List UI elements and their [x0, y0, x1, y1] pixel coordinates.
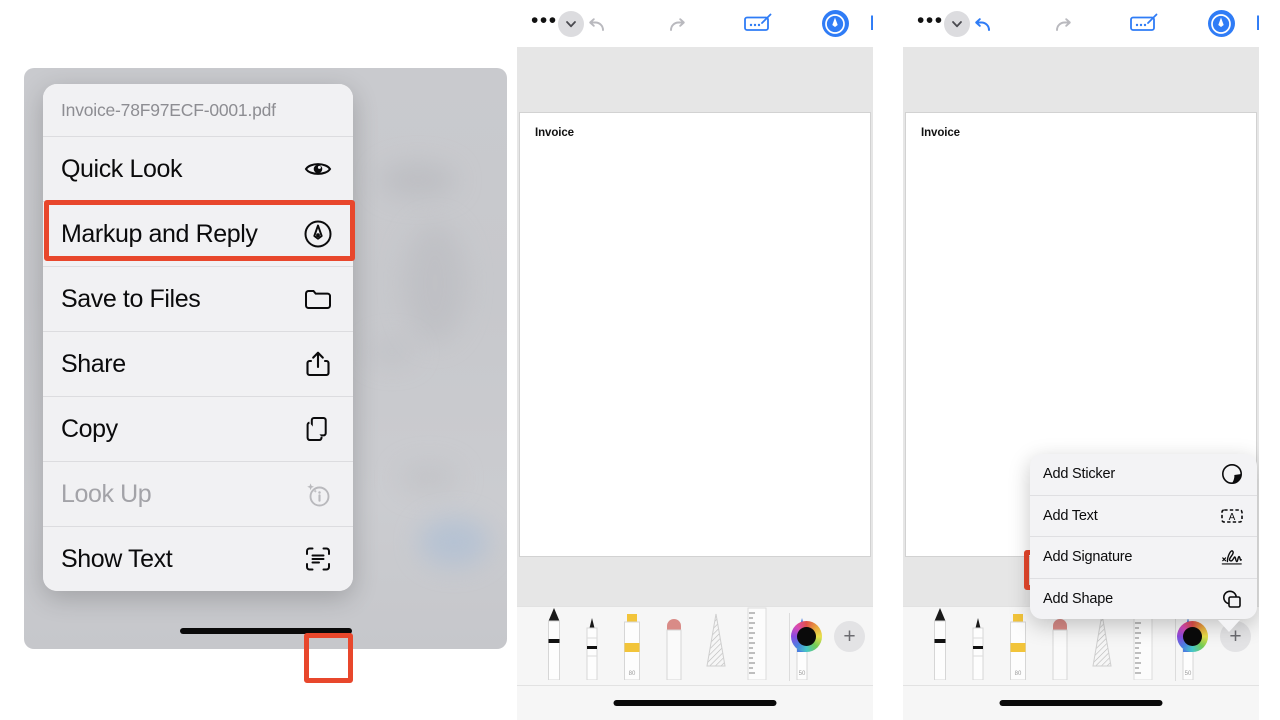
menu-item-add-signature[interactable]: Add Signature — [1030, 537, 1257, 579]
menu-item-add-sticker[interactable]: Add Sticker — [1030, 454, 1257, 496]
more-options-button[interactable]: ••• — [917, 10, 944, 31]
menu-item-show-text[interactable]: Show Text — [43, 527, 353, 591]
blurred-backdrop-shape — [379, 163, 457, 197]
undo-icon[interactable] — [970, 11, 996, 37]
menu-item-markup-and-reply[interactable]: Markup and Reply — [43, 202, 353, 267]
pen-tool[interactable] — [543, 606, 565, 685]
document-title: Invoice — [535, 127, 574, 139]
svg-text:80: 80 — [629, 671, 636, 677]
done-button[interactable]: Done — [870, 12, 873, 36]
redo-icon[interactable] — [1050, 11, 1076, 37]
add-markup-button[interactable]: + — [834, 621, 865, 652]
context-menu: Invoice-78F97ECF-0001.pdf Quick Look Mar… — [43, 84, 353, 591]
add-markup-menu: Add Sticker Add Text A Add Signature Add… — [1030, 454, 1257, 619]
show-text-icon — [301, 542, 335, 576]
color-wheel[interactable] — [1177, 621, 1208, 652]
svg-text:50: 50 — [799, 671, 806, 677]
look-up-icon — [301, 477, 335, 511]
folder-icon — [301, 282, 335, 316]
done-button[interactable]: Done — [1256, 12, 1259, 36]
chevron-down-icon[interactable] — [943, 10, 970, 37]
blurred-backdrop-shape — [419, 518, 489, 566]
highlighter-tool[interactable]: 80 — [1005, 610, 1031, 685]
markup-pen-icon — [301, 217, 335, 251]
markup-tool-tray: 80 50 + — [517, 606, 873, 720]
menu-item-add-text[interactable]: Add Text A — [1030, 496, 1257, 537]
selected-color-swatch — [797, 627, 816, 646]
menu-item-share[interactable]: Share — [43, 332, 353, 397]
eye-icon — [301, 152, 335, 186]
menu-item-save-to-files[interactable]: Save to Files — [43, 267, 353, 332]
home-indicator — [613, 700, 777, 706]
screenshot-stage: Invoice-78F97ECF-0001.pdf Quick Look Mar… — [0, 0, 1280, 720]
svg-text:80: 80 — [1015, 671, 1022, 677]
pen-tool[interactable] — [929, 606, 951, 685]
chevron-down-icon[interactable] — [557, 10, 584, 37]
menu-item-label: Show Text — [61, 544, 173, 573]
markup-tool-tray: 80 50 + — [903, 606, 1259, 720]
menu-file-title: Invoice-78F97ECF-0001.pdf — [43, 84, 353, 137]
menu-item-look-up[interactable]: Look Up — [43, 462, 353, 527]
popup-tail — [1218, 620, 1240, 632]
shapes-icon — [1220, 587, 1244, 611]
tray-divider — [517, 685, 873, 686]
selected-color-swatch — [1183, 627, 1202, 646]
menu-item-label: Look Up — [61, 479, 152, 508]
signature-icon — [1220, 545, 1244, 569]
home-indicator — [179, 628, 352, 634]
color-wheel[interactable] — [791, 621, 822, 652]
markup-editor-panel: ••• Done Invoice — [517, 0, 873, 720]
menu-item-label: Add Sticker — [1043, 466, 1115, 483]
fountain-pen-tool[interactable] — [967, 616, 989, 685]
markup-note-icon[interactable] — [742, 11, 774, 37]
markup-toolbar: ••• Done — [903, 0, 1259, 47]
context-menu-panel: Invoice-78F97ECF-0001.pdf Quick Look Mar… — [24, 68, 507, 649]
menu-item-label: Save to Files — [61, 284, 201, 313]
menu-item-label: Add Shape — [1043, 590, 1113, 607]
redo-icon[interactable] — [664, 11, 690, 37]
add-menu-panel: ••• Done Invoice — [903, 0, 1259, 720]
eraser-tool[interactable] — [1047, 614, 1073, 685]
menu-item-label: Add Text — [1043, 507, 1098, 524]
blurred-backdrop-shape — [404, 223, 466, 343]
document-canvas[interactable]: Invoice — [517, 47, 873, 607]
pdf-page[interactable]: Invoice — [519, 112, 871, 557]
share-icon — [301, 347, 335, 381]
markup-toolbar: ••• Done — [517, 0, 873, 47]
svg-text:50: 50 — [1185, 671, 1192, 677]
more-options-button[interactable]: ••• — [531, 10, 558, 31]
markup-note-icon[interactable] — [1128, 11, 1160, 37]
lasso-tool[interactable] — [1089, 610, 1115, 685]
menu-item-label: Share — [61, 349, 126, 378]
svg-text:A: A — [1229, 512, 1236, 523]
menu-item-label: Add Signature — [1043, 549, 1133, 566]
undo-icon[interactable] — [584, 11, 610, 37]
markup-pen-icon[interactable] — [1207, 10, 1235, 37]
document-title: Invoice — [921, 127, 960, 139]
tray-divider — [903, 685, 1259, 686]
highlighter-tool[interactable]: 80 — [619, 610, 645, 685]
sticker-icon — [1220, 462, 1244, 486]
menu-item-label: Markup and Reply — [61, 219, 258, 248]
menu-item-label: Copy — [61, 414, 118, 443]
tool-divider — [1175, 613, 1176, 681]
home-indicator — [999, 700, 1163, 706]
tool-tray-controls: + — [791, 621, 865, 652]
tool-divider — [789, 613, 790, 681]
menu-item-label: Quick Look — [61, 154, 183, 183]
menu-item-copy[interactable]: Copy — [43, 397, 353, 462]
blurred-backdrop-shape — [399, 463, 459, 493]
ruler-tool[interactable] — [743, 606, 769, 685]
fountain-pen-tool[interactable] — [581, 616, 603, 685]
menu-item-quick-look[interactable]: Quick Look — [43, 137, 353, 202]
blurred-backdrop-shape — [369, 340, 415, 364]
lasso-tool[interactable] — [703, 610, 729, 685]
eraser-tool[interactable] — [661, 614, 687, 685]
text-box-icon: A — [1220, 504, 1244, 528]
copy-icon — [301, 412, 335, 446]
markup-pen-icon[interactable] — [821, 10, 849, 37]
menu-item-add-shape[interactable]: Add Shape — [1030, 579, 1257, 620]
